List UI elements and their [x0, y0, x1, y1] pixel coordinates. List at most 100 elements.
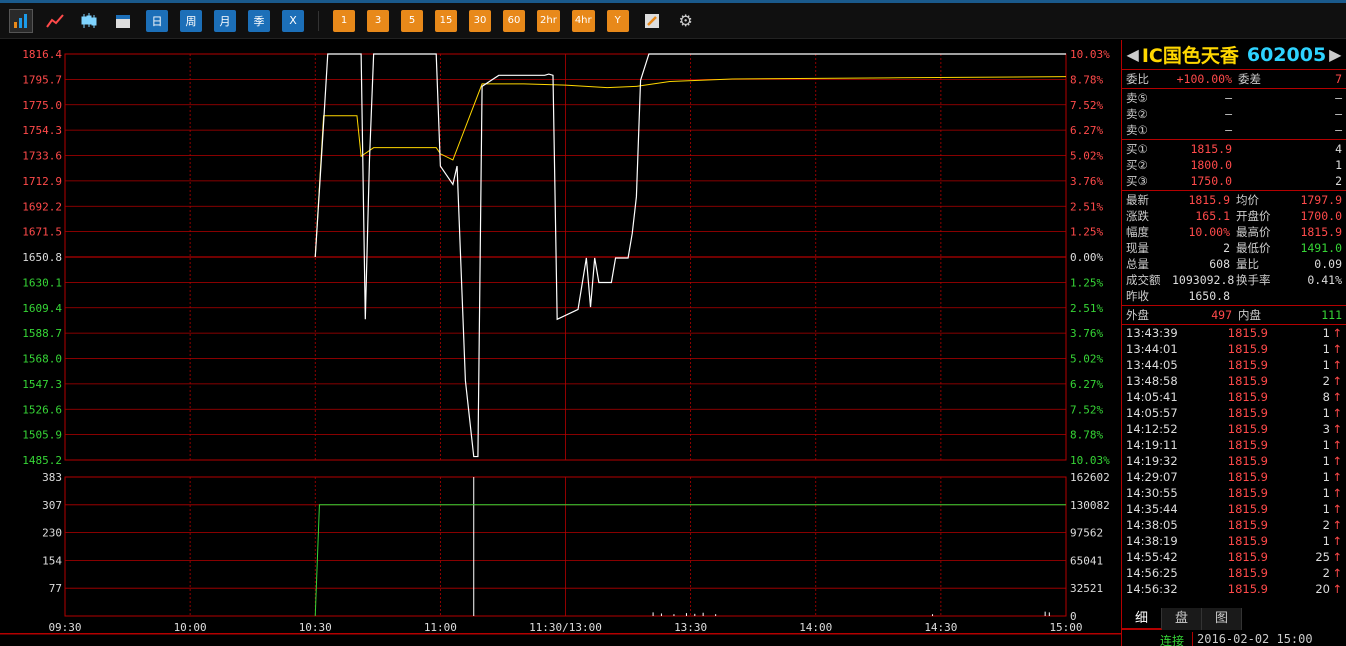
minute-15-button[interactable]: 15 — [435, 9, 457, 32]
amount-tick-label: 65041 — [1070, 554, 1103, 567]
tick-qty: 1 — [1322, 470, 1330, 484]
line-chart-icon[interactable] — [44, 10, 66, 32]
inner-label: 内盘 — [1238, 308, 1261, 322]
minute-3-button[interactable]: 3 — [367, 9, 389, 32]
tick-row: 13:44:01 1815.9 1 ↑ — [1122, 341, 1346, 357]
toolbar: 日 周 月 季 X 1 3 5 15 30 60 2hr 4hr Y ⚙ — [0, 3, 1346, 39]
tick-price: 1815.9 — [1227, 406, 1268, 420]
tick-time: 13:44:01 — [1126, 342, 1178, 356]
tick-price: 1815.9 — [1227, 486, 1268, 500]
stat-label: 涨跌 — [1126, 209, 1149, 223]
ask-volume: — — [1335, 107, 1342, 121]
volume-tick-label: 154 — [42, 554, 62, 567]
tick-qty: 1 — [1322, 438, 1330, 452]
minute-30-button[interactable]: 30 — [469, 9, 491, 32]
tick-time: 14:35:44 — [1126, 502, 1178, 516]
price-tick-label: 1588.7 — [22, 327, 62, 340]
gear-icon[interactable]: ⚙ — [675, 10, 697, 32]
order-ratio: 委比 +100.00% 委差 7 — [1122, 70, 1346, 89]
hour-2-button[interactable]: 2hr — [537, 9, 560, 32]
tick-qty: 1 — [1322, 486, 1330, 500]
bid-label: 买① — [1126, 142, 1148, 156]
tick-price: 1815.9 — [1227, 582, 1268, 596]
tick-qty: 1 — [1322, 342, 1330, 356]
period-week-button[interactable]: 周 — [180, 9, 202, 32]
volume-tick-label: 230 — [42, 527, 62, 540]
tick-qty: 1 — [1322, 502, 1330, 516]
tab-book[interactable]: 盘 — [1162, 608, 1202, 630]
volume-bars — [473, 477, 1050, 616]
minute-1-button[interactable]: 1 — [333, 9, 355, 32]
hour-4-button[interactable]: 4hr — [571, 9, 595, 32]
outer-value: 497 — [1211, 308, 1232, 322]
bid-volume: 2 — [1335, 174, 1342, 188]
bar-chart-icon[interactable] — [9, 8, 33, 33]
stat-value: 1650.8 — [1188, 289, 1230, 303]
up-arrow-icon: ↑ — [1332, 454, 1342, 468]
stat-value-2: 1815.9 — [1300, 225, 1342, 239]
tick-row: 14:29:07 1815.9 1 ↑ — [1122, 469, 1346, 485]
tick-time: 14:56:32 — [1126, 582, 1178, 596]
tab-detail[interactable]: 细 — [1122, 608, 1162, 630]
prev-stock-icon[interactable]: ◀ — [1127, 45, 1139, 64]
candlestick-icon[interactable] — [78, 10, 100, 32]
ask-volume: — — [1335, 123, 1342, 137]
period-day-button[interactable]: 日 — [146, 9, 168, 32]
ask-label: 卖① — [1126, 123, 1148, 137]
outer-inner: 外盘 497 内盘 111 — [1122, 306, 1346, 325]
up-arrow-icon: ↑ — [1332, 326, 1342, 340]
up-arrow-icon: ↑ — [1332, 486, 1342, 500]
tab-chart[interactable]: 图 — [1202, 608, 1242, 630]
price-tick-label: 1609.4 — [22, 302, 62, 315]
stat-label: 现量 — [1126, 241, 1149, 255]
up-arrow-icon: ↑ — [1332, 518, 1342, 532]
tick-price: 1815.9 — [1227, 326, 1268, 340]
next-stock-icon[interactable]: ▶ — [1329, 45, 1341, 64]
stock-name: IC国色天香 — [1141, 45, 1239, 67]
up-arrow-icon: ↑ — [1332, 406, 1342, 420]
stat-value-2: 1491.0 — [1300, 241, 1342, 255]
minute-60-button[interactable]: 60 — [503, 9, 525, 32]
tick-time: 14:12:52 — [1126, 422, 1178, 436]
tick-time: 13:48:58 — [1126, 374, 1178, 388]
tick-price: 1815.9 — [1227, 566, 1268, 580]
calendar-icon[interactable] — [112, 10, 134, 32]
stat-row: 幅度 10.00% 最高价 1815.9 — [1122, 224, 1346, 240]
tick-price: 1815.9 — [1227, 518, 1268, 532]
amount-tick-label: 97562 — [1070, 527, 1103, 540]
tick-time: 14:56:25 — [1126, 566, 1178, 580]
tick-qty: 25 — [1315, 550, 1330, 564]
period-x-button[interactable]: X — [282, 9, 304, 32]
tick-price: 1815.9 — [1227, 470, 1268, 484]
amount-tick-label: 32521 — [1070, 582, 1103, 595]
period-month-button[interactable]: 月 — [214, 9, 236, 32]
price-tick-label: 1692.2 — [22, 200, 62, 213]
stat-value: 2 — [1223, 241, 1230, 255]
pct-tick-label: 2.51% — [1070, 302, 1103, 315]
wc-label: 委差 — [1238, 72, 1261, 86]
trading-app: 日 周 月 季 X 1 3 5 15 30 60 2hr 4hr Y ⚙ 181… — [0, 0, 1346, 646]
stock-header: ◀ IC国色天香 602005 ▶ — [1122, 40, 1346, 70]
minute-5-button[interactable]: 5 — [401, 9, 423, 32]
ask-volume: — — [1335, 91, 1342, 105]
tick-price: 1815.9 — [1227, 550, 1268, 564]
ask-label: 卖② — [1126, 107, 1148, 121]
tick-price: 1815.9 — [1227, 438, 1268, 452]
tick-list[interactable]: 13:43:39 1815.9 1 ↑ 13:44:01 1815.9 1 ↑ 13:44:05… — [1122, 325, 1346, 597]
draw-pencil-icon[interactable] — [641, 10, 663, 32]
period-season-button[interactable]: 季 — [248, 9, 270, 32]
pct-tick-label: 3.76% — [1070, 175, 1103, 188]
price-tick-label: 1795.7 — [22, 73, 62, 86]
tick-row: 14:56:32 1815.9 20 ↑ — [1122, 581, 1346, 597]
stat-label-2 — [1236, 288, 1282, 304]
pct-tick-label: 0.00% — [1070, 251, 1103, 264]
price-tick-label: 1671.5 — [22, 226, 62, 239]
amount-tick-label: 130082 — [1070, 499, 1110, 512]
chart-area[interactable]: 1816.4 10.03% 1795.7 8.78% 1775.0 7.52% 1754.3… — [0, 40, 1121, 646]
tick-row: 14:19:11 1815.9 1 ↑ — [1122, 437, 1346, 453]
price-tick-label: 1712.9 — [22, 175, 62, 188]
bid-volume: 1 — [1335, 158, 1342, 172]
tick-row: 14:55:42 1815.9 25 ↑ — [1122, 549, 1346, 565]
year-button[interactable]: Y — [606, 9, 629, 32]
stat-row: 涨跌 165.1 开盘价 1700.0 — [1122, 208, 1346, 224]
